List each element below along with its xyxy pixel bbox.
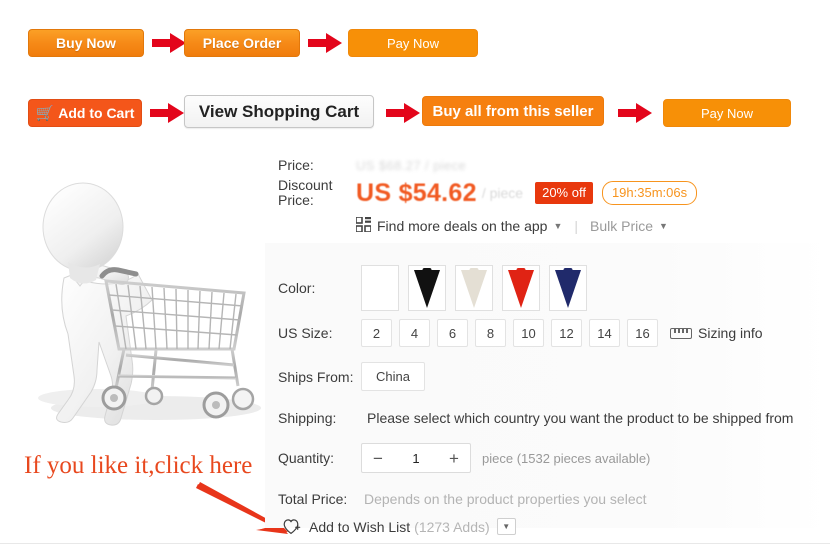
arrow-head — [168, 103, 184, 123]
size-option-14[interactable]: 14 — [589, 319, 620, 347]
total-price-label: Total Price: — [278, 491, 348, 507]
arrow-shaft — [150, 109, 170, 117]
color-swatch-black[interactable] — [408, 265, 446, 311]
size-option-16[interactable]: 16 — [627, 319, 658, 347]
discount-badge: 20% off — [535, 182, 593, 204]
qr-code-icon — [355, 216, 372, 235]
product-image[interactable] — [6, 150, 268, 440]
add-to-wish-list-row[interactable]: Add to Wish List (1273 Adds) ▼ — [283, 518, 516, 535]
pay-now-button-bottom-label: Pay Now — [700, 105, 754, 121]
pay-now-button-top-label: Pay Now — [386, 35, 440, 51]
price-label: Price: — [278, 157, 314, 173]
annotation-text: If you like it,click here — [24, 452, 253, 479]
add-to-cart-button[interactable]: 🛒 Add to Cart — [28, 99, 142, 127]
total-price-note: Depends on the product properties you se… — [364, 491, 647, 507]
buy-all-from-seller-button-label: Buy all from this seller — [432, 102, 594, 120]
bulk-price-label[interactable]: Bulk Price — [590, 218, 653, 234]
flow-arrow-4 — [386, 103, 420, 123]
arrow-shaft — [152, 39, 172, 47]
product-properties-panel: Color: US Size: 2 4 6 8 10 12 14 16 Sizi… — [265, 243, 830, 528]
size-option-2[interactable]: 2 — [361, 319, 392, 347]
discount-price-label: Discount Price: — [278, 178, 356, 208]
size-option-10[interactable]: 10 — [513, 319, 544, 347]
color-swatch-navy[interactable] — [549, 265, 587, 311]
quantity-stepper[interactable]: − 1 + — [361, 443, 471, 473]
color-swatch-empty[interactable] — [361, 265, 399, 311]
shipping-row: Shipping: Please select which country yo… — [278, 410, 793, 426]
color-swatch-white[interactable] — [455, 265, 493, 311]
arrow-shaft — [308, 39, 328, 47]
availability-note: piece (1532 pieces available) — [482, 450, 651, 466]
quantity-row: Quantity: − 1 + piece (1532 pieces avail… — [278, 443, 650, 473]
quantity-decrease-button[interactable]: − — [362, 450, 394, 467]
discount-price-label-line1: Discount — [278, 177, 333, 193]
original-price: US $68.27 / piece — [356, 158, 467, 173]
color-row: Color: — [278, 265, 596, 311]
place-order-button[interactable]: Place Order — [184, 29, 300, 57]
view-shopping-cart-button-label: View Shopping Cart — [198, 101, 360, 121]
price-unit: / piece — [481, 185, 524, 201]
discount-price-label-line2: Price: — [278, 192, 314, 208]
view-shopping-cart-button[interactable]: View Shopping Cart — [184, 95, 374, 128]
shipping-note: Please select which country you want the… — [367, 410, 794, 426]
color-label: Color: — [278, 280, 316, 296]
quantity-label: Quantity: — [278, 450, 335, 466]
shipping-label: Shipping: — [278, 410, 337, 426]
wish-list-chevron-down-icon[interactable]: ▼ — [496, 518, 516, 535]
buy-now-button-top-label: Buy Now — [56, 35, 116, 51]
color-swatch-red[interactable] — [502, 265, 540, 311]
flow-arrow-5 — [618, 103, 652, 123]
quantity-increase-button[interactable]: + — [438, 450, 470, 467]
wish-list-count: (1273 Adds) — [414, 518, 490, 535]
divider: | — [574, 218, 579, 234]
ships-from-row: Ships From: China — [278, 362, 425, 391]
arrow-head — [636, 103, 652, 123]
quantity-value[interactable]: 1 — [394, 451, 438, 466]
price-block: Price: US $68.27 / piece Discount Price:… — [278, 156, 698, 235]
app-deal-row: Find more deals on the app ▼ | Bulk Pric… — [355, 216, 697, 235]
countdown-timer: 19h:35m:06s — [601, 181, 698, 205]
total-price-row: Total Price: Depends on the product prop… — [278, 491, 647, 507]
size-option-4[interactable]: 4 — [399, 319, 430, 347]
flow-arrow-3 — [150, 103, 184, 123]
pay-now-button-bottom[interactable]: Pay Now — [663, 99, 791, 127]
add-to-cart-button-label: Add to Cart — [58, 105, 135, 121]
chevron-down-icon[interactable]: ▼ — [553, 221, 562, 231]
us-size-label: US Size: — [278, 325, 333, 341]
sizing-info-link[interactable]: Sizing info — [670, 325, 763, 341]
shopping-cart-icon: 🛒 — [35, 104, 55, 122]
size-option-12[interactable]: 12 — [551, 319, 582, 347]
arrow-head — [404, 103, 420, 123]
size-option-6[interactable]: 6 — [437, 319, 468, 347]
flow-arrow-2 — [308, 33, 342, 53]
buy-all-from-seller-button[interactable]: Buy all from this seller — [422, 96, 604, 126]
add-to-wish-list-label: Add to Wish List — [309, 518, 411, 535]
shopping-cart-figure-illustration — [38, 182, 261, 426]
price-row: Price: US $68.27 / piece — [278, 156, 697, 174]
us-size-row: US Size: 2 4 6 8 10 12 14 16 Sizing info — [278, 319, 763, 347]
arrow-head — [326, 33, 342, 53]
discount-price-value: US $54.62 — [356, 178, 477, 207]
ships-from-option-china[interactable]: China — [361, 362, 425, 391]
ruler-icon — [670, 327, 692, 339]
heart-plus-icon — [283, 518, 302, 535]
discount-price-row: Discount Price: US $54.62 / piece 20% of… — [278, 178, 698, 208]
pay-now-button-top[interactable]: Pay Now — [348, 29, 478, 57]
size-option-8[interactable]: 8 — [475, 319, 506, 347]
flow-arrow-1 — [152, 33, 186, 53]
place-order-button-label: Place Order — [202, 35, 282, 51]
ships-from-label: Ships From: — [278, 368, 354, 385]
sizing-info-label: Sizing info — [698, 325, 763, 341]
arrow-shaft — [386, 109, 406, 117]
arrow-shaft — [618, 109, 638, 117]
chevron-down-icon-bulk[interactable]: ▼ — [659, 221, 668, 231]
buy-now-button-top[interactable]: Buy Now — [28, 29, 144, 57]
app-deal-label[interactable]: Find more deals on the app — [377, 218, 547, 234]
